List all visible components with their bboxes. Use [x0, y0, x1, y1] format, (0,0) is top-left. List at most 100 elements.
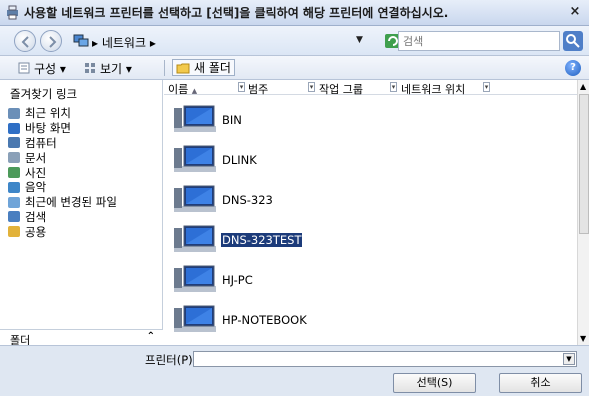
search-box[interactable]: [398, 31, 560, 51]
computer-item[interactable]: BIN: [168, 98, 428, 138]
view-icon: [85, 63, 95, 73]
computer-icon: [172, 184, 218, 216]
search-folder-icon: [8, 211, 20, 223]
computer-item[interactable]: HP-NOTEBOOK: [168, 298, 428, 338]
back-arrow-icon: [21, 36, 29, 48]
sidebar-item[interactable]: 공용: [8, 224, 158, 239]
computer-item[interactable]: HJ-PC: [168, 258, 428, 298]
recent-files-icon: [8, 196, 20, 208]
computer-icon: [172, 304, 218, 336]
pictures-icon: [8, 167, 20, 179]
sidebar-item-label: 바탕 화면: [25, 121, 71, 136]
sidebar-item[interactable]: 최근 위치: [8, 106, 158, 121]
computer-item[interactable]: DLINK: [168, 138, 428, 178]
printer-combo[interactable]: ▼: [193, 351, 577, 367]
select-button[interactable]: 선택(S): [393, 373, 476, 393]
search-icon[interactable]: [563, 31, 583, 51]
sidebar-item-label: 사진: [25, 165, 47, 180]
computer-icon: [172, 264, 218, 296]
sidebar-item-label: 문서: [25, 150, 47, 165]
network-icon: [73, 34, 89, 47]
sidebar-item-label: 최근 위치: [25, 106, 71, 121]
address-bar: ▸ 네트워크 ▸ ▼: [0, 26, 589, 56]
organize-label: 구성 ▾: [34, 61, 66, 76]
help-icon[interactable]: ?: [565, 60, 581, 76]
computer-name: HP-NOTEBOOK: [222, 313, 307, 327]
computer-item[interactable]: DNS-323TEST: [168, 218, 428, 258]
printer-label: 프린터(P): [145, 353, 193, 367]
computer-name: HJ-PC: [222, 273, 253, 287]
forward-arrow-icon: [49, 36, 57, 48]
organize-icon: [18, 62, 30, 74]
toolbar: 구성 ▾ 보기 ▾ 새 폴더 ?: [0, 56, 589, 80]
vertical-scrollbar[interactable]: ▲ ▼: [577, 80, 589, 345]
folders-toggle[interactable]: 폴더 ⌃: [0, 329, 163, 347]
favorite-links-list: 최근 위치 바탕 화면 컴퓨터 문서 사진 음악 최근에 변경된 파일 검색 공용: [8, 106, 158, 239]
computer-icon: [172, 144, 218, 176]
documents-icon: [8, 152, 20, 164]
new-folder-icon: [176, 63, 190, 73]
column-dropdown-icon[interactable]: ▾: [308, 82, 315, 92]
column-dropdown-icon[interactable]: ▾: [238, 82, 245, 92]
back-button[interactable]: [14, 30, 36, 52]
window-title: 사용할 네트워크 프린터를 선택하고 [선택]을 클릭하여 해당 프린터에 연결…: [24, 6, 449, 20]
sidebar-item[interactable]: 바탕 화면: [8, 121, 158, 136]
dialog-footer: 프린터(P) ▼ 선택(S) 취소: [0, 345, 589, 396]
computer-icon: [172, 224, 218, 256]
column-name-label: 이름: [168, 83, 189, 96]
column-dropdown-icon[interactable]: ▾: [483, 82, 490, 92]
sort-ascending-icon: ▲: [191, 87, 198, 95]
scroll-down-icon[interactable]: ▼: [580, 334, 586, 343]
computer-icon: [172, 104, 218, 136]
sidebar-item-label: 컴퓨터: [25, 136, 57, 150]
file-list-pane: 이름 ▲ ▾ 범주 ▾ 작업 그룹 ▾ 네트워크 위치 ▾ BIN DLINK …: [164, 80, 589, 345]
sidebar-item[interactable]: 사진: [8, 165, 158, 180]
organize-button[interactable]: 구성 ▾: [18, 60, 66, 76]
new-folder-button[interactable]: 새 폴더: [172, 59, 235, 76]
address-field[interactable]: ▸ 네트워크 ▸: [70, 31, 378, 51]
printer-input[interactable]: [197, 352, 557, 365]
sidebar-item-label: 음악: [25, 180, 47, 195]
column-headers: 이름 ▲ ▾ 범주 ▾ 작업 그룹 ▾ 네트워크 위치 ▾: [164, 80, 577, 97]
music-icon: [8, 181, 20, 193]
forward-button[interactable]: [40, 30, 62, 52]
recent-places-icon: [8, 107, 20, 119]
computer-name: DNS-323: [222, 193, 273, 207]
column-header-category[interactable]: 범주: [248, 81, 268, 97]
favorite-links-heading: 즐겨찾기 링크: [10, 87, 78, 101]
computer-name: DLINK: [222, 153, 257, 167]
column-header-workgroup[interactable]: 작업 그룹: [319, 81, 363, 97]
computer-item[interactable]: DNS-323: [168, 178, 428, 218]
view-label: 보기 ▾: [100, 61, 132, 76]
public-folder-icon: [8, 226, 20, 238]
computer-name: BIN: [222, 113, 242, 127]
sidebar-item[interactable]: 문서: [8, 150, 158, 165]
cancel-button[interactable]: 취소: [499, 373, 582, 393]
title-bar: 사용할 네트워크 프린터를 선택하고 [선택]을 클릭하여 해당 프린터에 연결…: [0, 0, 589, 26]
column-header-network-location[interactable]: 네트워크 위치: [401, 81, 465, 97]
sidebar-item[interactable]: 검색: [8, 210, 158, 225]
computer-icon: [8, 137, 20, 149]
sidebar-item[interactable]: 최근에 변경된 파일: [8, 195, 158, 210]
address-dropdown-icon[interactable]: ▼: [356, 35, 363, 45]
view-button[interactable]: 보기 ▾: [84, 60, 132, 76]
printer-app-icon: [7, 5, 18, 20]
navigation-pane: 즐겨찾기 링크 최근 위치 바탕 화면 컴퓨터 문서 사진 음악 최근에 변경된 파일 검색 공…: [0, 80, 163, 345]
chevron-up-icon: ⌃: [146, 331, 155, 342]
close-button[interactable]: ×: [567, 4, 583, 20]
chevron-down-icon[interactable]: ▼: [563, 353, 575, 365]
desktop-icon: [8, 122, 20, 134]
address-path: ▸ 네트워크 ▸: [92, 36, 156, 50]
sidebar-item-label: 최근에 변경된 파일: [25, 195, 117, 210]
scroll-up-icon[interactable]: ▲: [580, 82, 586, 91]
column-header-name[interactable]: 이름 ▲: [168, 81, 197, 97]
sidebar-item-label: 검색: [25, 209, 47, 224]
sidebar-item[interactable]: 컴퓨터: [8, 136, 158, 151]
search-input[interactable]: [403, 33, 553, 49]
sidebar-item-label: 공용: [25, 224, 47, 239]
column-dropdown-icon[interactable]: ▾: [390, 82, 397, 92]
toolbar-divider: [164, 60, 165, 76]
sidebar-item[interactable]: 음악: [8, 180, 158, 195]
scroll-thumb[interactable]: [579, 94, 589, 234]
new-folder-label: 새 폴더: [194, 61, 231, 75]
